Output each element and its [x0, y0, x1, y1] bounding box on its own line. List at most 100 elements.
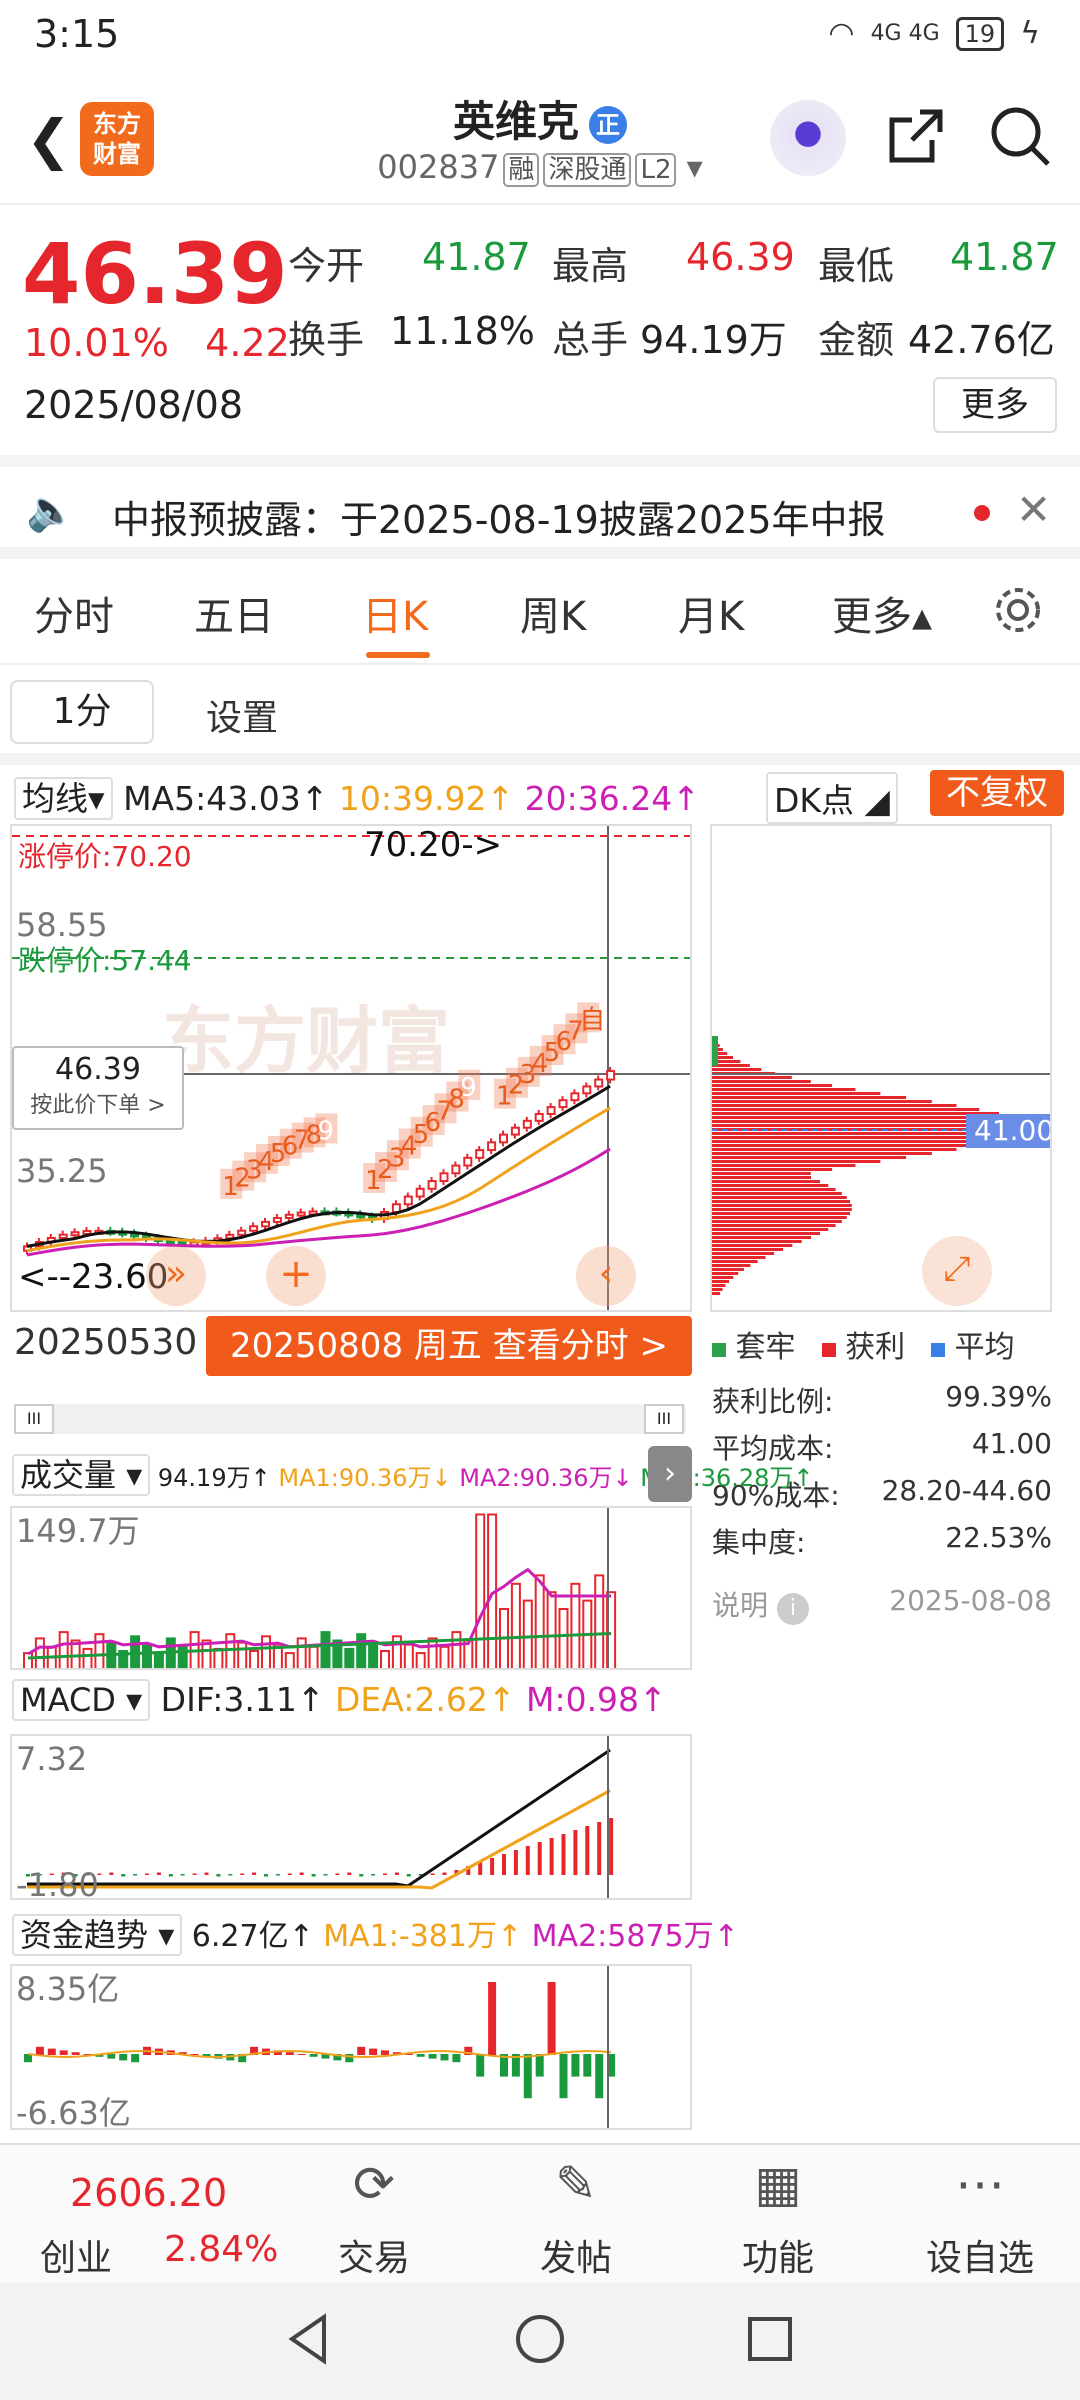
nav-home-icon[interactable] — [510, 2309, 570, 2373]
change-value: 4.22 — [205, 321, 290, 365]
chip-bar — [712, 1096, 907, 1099]
volume-bar — [237, 1641, 248, 1668]
index-value[interactable]: 2606.20 — [70, 2171, 227, 2215]
fund-bar — [440, 2054, 449, 2061]
period-1min-button[interactable]: 1分 — [10, 680, 154, 744]
post-icon[interactable]: ✎ — [516, 2155, 636, 2213]
fund-value: 6.27亿↑ — [191, 1919, 314, 1954]
chip-bar — [712, 1240, 802, 1243]
ma-select[interactable]: 均线▾ — [14, 777, 113, 820]
volume-bar — [94, 1633, 105, 1668]
function-label[interactable]: 功能 — [698, 2229, 858, 2281]
zoom-in-icon[interactable]: + — [266, 1246, 326, 1306]
macd-bar — [561, 1834, 566, 1875]
notice-text[interactable]: 中报预披露：于2025-08-19披露2025年中报 — [112, 489, 886, 544]
fund-chart[interactable]: 8.35亿 -6.63亿 — [10, 1964, 692, 2130]
range-handle-right[interactable]: III — [644, 1404, 684, 1434]
y-label-58: 58.55 — [16, 906, 108, 944]
scroll-left-icon[interactable]: ‹ — [576, 1246, 636, 1306]
legend-avg-label: 平均 — [954, 1330, 1015, 1365]
dropdown-icon[interactable]: ▾ — [687, 148, 703, 186]
range-scrollbar[interactable]: III III — [14, 1404, 686, 1434]
index-name[interactable]: 创业 — [40, 2229, 112, 2281]
watermark-text: 东方财富 — [162, 1002, 450, 1082]
chip-note-label: 说明 — [712, 1589, 769, 1622]
candle — [594, 1078, 604, 1088]
volume-select[interactable]: 成交量 ▾ — [12, 1454, 151, 1496]
macd-bar — [264, 1874, 268, 1877]
function-icon[interactable]: ▦ — [718, 2155, 838, 2213]
index-pct[interactable]: 2.84% — [164, 2229, 278, 2270]
chip-note-row: 说明 i 2025-08-08 — [712, 1584, 1052, 1644]
tab-yuek[interactable]: 月K — [678, 584, 744, 642]
chip-bar — [712, 1228, 829, 1231]
chip-bar — [712, 1076, 792, 1079]
chip-row: 集中度: 22.53% — [712, 1521, 1052, 1568]
chip-bar — [712, 1252, 775, 1255]
expand-icon[interactable]: ⤢ — [922, 1236, 992, 1306]
chip-note[interactable]: 说明 i — [712, 1584, 809, 1644]
tab-rik[interactable]: 日K — [362, 584, 428, 642]
nav-recent-icon[interactable] — [740, 2309, 800, 2373]
start-date: 20250530 — [14, 1322, 198, 1363]
fund-select[interactable]: 资金趋势 ▾ — [12, 1914, 183, 1956]
chip-distribution[interactable]: 41.00 ⤢ — [710, 824, 1052, 1312]
tab-fenshi[interactable]: 分时 — [34, 584, 114, 642]
tab-more[interactable]: 更多▴ — [832, 584, 932, 642]
expand-arrow-icon[interactable]: › — [648, 1446, 692, 1502]
more-button[interactable]: 更多 — [933, 377, 1057, 433]
wifi-icon: ◠ — [828, 16, 855, 51]
range-handle-left[interactable]: III — [14, 1404, 54, 1434]
macd-bar — [335, 1873, 340, 1875]
fund-bar — [523, 2054, 532, 2099]
scroll-right-icon[interactable]: » — [146, 1246, 206, 1306]
dk-label: DK点 — [774, 781, 855, 820]
chip-row-label: 集中度: — [712, 1526, 806, 1559]
volume-bar — [82, 1647, 93, 1668]
nav-back-icon[interactable] — [280, 2309, 340, 2373]
chip-bar — [712, 1172, 811, 1175]
fuquan-button[interactable]: 不复权 — [930, 770, 1064, 816]
dea-line — [27, 1789, 611, 1890]
close-icon[interactable]: ✕ — [1016, 485, 1051, 534]
battery-icon: 19 — [955, 16, 1005, 51]
cursor-price-box[interactable]: 46.39 按此价下单 > — [12, 1046, 184, 1130]
tab-wuri[interactable]: 五日 — [194, 584, 274, 642]
macd-bar — [287, 1873, 292, 1875]
macd-chart[interactable]: 7.32 -1.80 — [10, 1734, 692, 1900]
candle — [439, 1172, 449, 1183]
amount-value: 42.76亿 — [908, 318, 1055, 362]
fund-bar — [476, 2054, 485, 2077]
volume-legend: 成交量 ▾ 94.19万↑ MA1:90.36万↓ MA2:90.36万↓ MA… — [12, 1450, 814, 1496]
tab-zhouk[interactable]: 周K — [520, 584, 586, 642]
info-icon[interactable]: i — [776, 1593, 809, 1625]
tag-l2: L2 — [635, 153, 677, 187]
kline-chart[interactable]: 东方财富 1234567891234567891234567自 涨停价:70.2… — [10, 824, 692, 1312]
notice-bar[interactable]: 🔈 中报预披露：于2025-08-19披露2025年中报 ✕ — [0, 455, 1080, 559]
volume-chart[interactable]: 149.7万 — [10, 1506, 692, 1670]
assistant-avatar[interactable] — [770, 100, 846, 176]
chip-bar — [712, 1160, 881, 1163]
chip-bar — [712, 1284, 726, 1287]
post-label[interactable]: 发帖 — [496, 2229, 656, 2281]
dk-select[interactable]: DK点 ◢ — [766, 772, 898, 824]
gear-icon[interactable] — [990, 582, 1046, 642]
macd-bar — [311, 1874, 316, 1877]
search-icon[interactable] — [988, 104, 1052, 183]
trade-label[interactable]: 交易 — [294, 2229, 454, 2281]
macd-bar — [216, 1874, 221, 1877]
macd-dif: DIF:3.11↑ — [160, 1680, 325, 1719]
share-icon[interactable] — [884, 104, 948, 183]
macd-ybot: -1.80 — [16, 1866, 99, 1900]
chip-bar — [712, 1272, 739, 1275]
macd-select[interactable]: MACD ▾ — [12, 1679, 151, 1721]
fund-bar — [107, 2054, 116, 2059]
chip-bar — [712, 1108, 980, 1111]
view-intraday-button[interactable]: 20250808 周五 查看分时 > — [206, 1316, 692, 1376]
macd-bar — [406, 1874, 411, 1877]
macd-bar — [573, 1830, 578, 1875]
trade-icon[interactable]: ⟳ — [314, 2155, 434, 2213]
watchlist-label[interactable]: 设自选 — [900, 2229, 1060, 2281]
watchlist-icon[interactable]: ⋯ — [920, 2155, 1040, 2213]
settings-button[interactable]: 设置 — [206, 689, 278, 741]
